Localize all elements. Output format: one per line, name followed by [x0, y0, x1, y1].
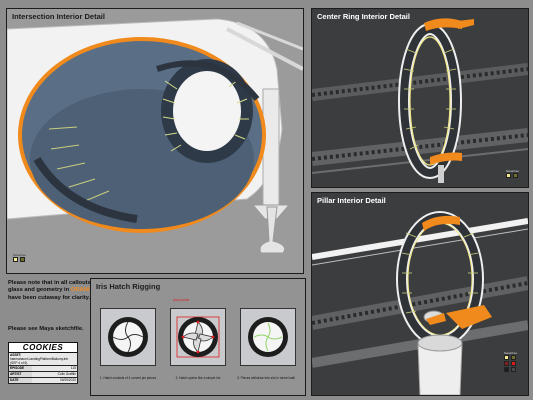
pillar-render — [312, 193, 528, 395]
note-line-2: glass and geometry in ORANGE — [8, 287, 96, 294]
note-line-1: Please note that in all callouts, — [8, 280, 93, 286]
title-block-row: DATE 05/29/2020 — [8, 378, 78, 384]
note-line-2-text: glass and geometry in — [8, 287, 71, 294]
row-value: 115 — [70, 366, 76, 370]
swatch-dark-red — [504, 361, 509, 366]
hatch-iris-diagram — [176, 316, 220, 358]
swatch-olive — [20, 257, 25, 262]
intersection-title: Intersection Interior Detail — [12, 12, 105, 21]
pillar-title: Pillar Interior Detail — [317, 196, 386, 205]
pillar-swatches: Swatches — [504, 351, 526, 373]
center-ring-swatches: Swatches — [506, 169, 520, 179]
hatch-closed-diagram — [108, 317, 148, 357]
swatch-gray — [511, 367, 516, 372]
row-value: Colin Grafflin — [57, 372, 76, 376]
asset-row: ASSET: haemahaunt.LandingPlatformBalcony… — [8, 353, 78, 366]
note-line-3: have been cutaway for clarity. — [8, 294, 91, 301]
asset-value: haemahaunt.LandingPlatformBalcony.intr (… — [10, 357, 69, 365]
row-key: EPISODE — [9, 366, 32, 371]
cutaway-note: Please note that in all callouts, glass … — [8, 280, 96, 302]
intersection-panel: Intersection Interior Detail Swatches — [6, 8, 304, 274]
swatch-yellow — [13, 257, 18, 262]
row-value: 05/29/2020 — [60, 378, 76, 382]
iris-caption-3: 3. Pieces withdraw into slot in tunnel w… — [237, 376, 295, 380]
hatch-frame-2 — [170, 308, 226, 366]
row-key: DATE — [9, 378, 32, 383]
pillar-panel: Pillar Interior Detail Swatches — [311, 192, 529, 396]
iris-caption-1: 1. Hatch consists of 4 curved pie pieces — [99, 376, 157, 380]
sketchfile-note: Please see Maya sketchfile. — [8, 326, 84, 332]
row-key: ARTIST — [9, 372, 32, 377]
iris-caption-2: 2. Hatch opens like a simple iris — [175, 376, 221, 380]
swatch-yellow — [506, 173, 511, 178]
studio-logo: COOKIES — [8, 342, 78, 353]
center-ring-title: Center Ring Interior Detail — [317, 12, 410, 21]
intersection-render — [7, 9, 303, 273]
swatch-black — [504, 367, 509, 372]
pivot-label: pivot points — [173, 298, 190, 302]
swatch-red — [511, 361, 516, 366]
hatch-frame-3 — [240, 308, 296, 366]
hatch-open-diagram — [248, 317, 288, 357]
title-block: COOKIES ASSET: haemahaunt.LandingPlatfor… — [8, 342, 78, 384]
swatch-olive — [513, 173, 518, 178]
hatch-frame-1 — [100, 308, 156, 366]
iris-title: Iris Hatch Rigging — [96, 282, 161, 291]
intersection-swatches: Swatches — [13, 253, 27, 263]
swatch-yellow — [504, 355, 509, 360]
center-ring-panel: Center Ring Interior Detail Swatches — [311, 8, 529, 188]
center-ring-render — [312, 9, 528, 187]
swatch-olive — [511, 355, 516, 360]
